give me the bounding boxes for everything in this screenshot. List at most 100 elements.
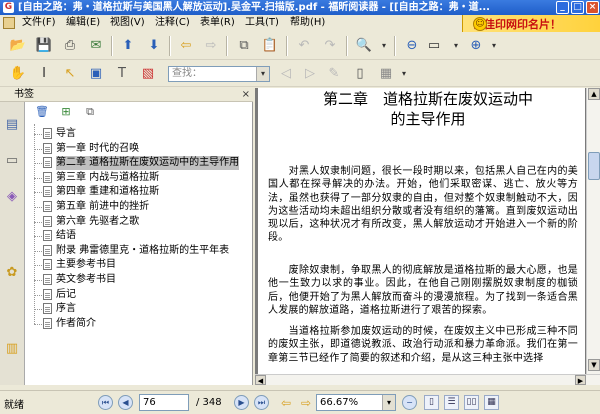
image-tool-icon[interactable]: ▧ [138,64,158,84]
zoom-dropdown-icon[interactable]: ▾ [374,36,394,56]
expand-bookmark-icon[interactable]: ⧉ [82,104,98,120]
bookmark-page-icon [43,288,52,300]
close-button[interactable]: × [586,1,599,14]
previous-page-button-icon[interactable]: ◀ [118,395,133,410]
undo-icon[interactable]: ↶ [294,36,314,56]
menu-help[interactable]: 帮助(H) [290,16,325,30]
bookmark-item[interactable]: 结语 [26,229,250,243]
back-arrow-icon[interactable]: ⇦ [176,36,196,56]
next-page-button-icon[interactable]: ▶ [234,395,249,410]
continuous-facing-view-icon[interactable]: ▦ [484,395,499,410]
find-dropdown-icon[interactable]: ▾ [256,67,269,81]
ad-banner[interactable]: 去佳印网印名片！ ☺ [462,15,600,32]
bookmark-item[interactable]: 作者简介 [26,317,250,331]
bookmark-label: 结语 [56,230,76,242]
bookmark-item[interactable]: 主要参考书目 [26,258,250,272]
hand-tool-icon[interactable]: ✋ [8,64,28,84]
bookmark-page-icon [43,157,52,169]
continuous-view-icon[interactable]: ☰ [444,395,459,410]
find-next-icon[interactable]: ▷ [300,64,320,84]
highlight-icon[interactable]: ✎ [324,64,344,84]
view-mode-dropdown-icon[interactable]: ▾ [394,64,414,84]
minimize-button[interactable]: _ [556,1,569,14]
bookmark-item[interactable]: 导言 [26,127,250,141]
attachments-tab-icon[interactable]: ✿ [3,262,21,284]
bookmark-item[interactable]: 第一章 时代的召唤 [26,142,250,156]
zoom-out-status-icon[interactable]: − [402,395,417,410]
email-icon[interactable]: ✉ [86,36,106,56]
document-viewport[interactable]: 第二章 道格拉斯在废奴运动中 的主导作用 对黑人奴隶制问题，很长一段时期以来，包… [255,88,600,385]
transparency-icon[interactable]: ▦ [376,64,396,84]
menu-form[interactable]: 表单(R) [200,16,235,30]
menu-tools[interactable]: 工具(T) [245,16,279,30]
horizontal-scrollbar[interactable]: ◀ ▶ [255,374,600,385]
scroll-up-arrow-icon[interactable]: ▲ [588,88,600,100]
zoom-level-input[interactable]: 66.67% ▾ [316,394,396,411]
panel-close-icon[interactable]: × [242,88,250,102]
vertical-scrollbar[interactable]: ▲ ▼ [586,88,600,385]
zoom-level-dropdown-icon[interactable]: ▾ [382,395,395,410]
delete-bookmark-icon[interactable]: 🗑 [34,104,50,120]
save-icon[interactable]: 💾 [34,36,54,56]
chapter-title: 第二章 道格拉斯在废奴运动中 的主导作用 [298,89,558,129]
copy-page-icon[interactable]: ⧉ [234,36,254,56]
scroll-down-arrow-icon[interactable]: ▼ [588,359,600,371]
open-folder-icon[interactable]: 📂 [8,36,28,56]
scroll-right-arrow-icon[interactable]: ▶ [575,375,586,385]
tree-connector [34,265,42,267]
zoom-in-icon[interactable]: ⊕ [466,36,486,56]
select-arrow-icon[interactable]: ↖ [60,64,80,84]
facing-view-icon[interactable]: ▯▯ [464,395,479,410]
previous-page-icon[interactable]: ⬆ [118,36,138,56]
typewriter-icon[interactable]: T [112,64,132,84]
menu-view[interactable]: 视图(V) [110,16,145,30]
bookmark-item[interactable]: 第二章 道格拉斯在废奴运动中的主导作用 [26,156,250,171]
layers-tab-icon[interactable]: ◈ [3,186,21,208]
bookmark-item[interactable]: 第五章 前进中的挫折 [26,200,250,214]
bookmark-item[interactable]: 附录 弗雷德里克・道格拉斯的生平年表 [26,244,250,258]
bookmark-item[interactable]: 序言 [26,302,250,316]
vertical-scroll-thumb[interactable] [588,152,600,180]
bookmark-label: 第六章 先驱者之歌 [56,215,140,227]
single-page-view-icon[interactable]: ▯ [424,395,439,410]
last-page-icon[interactable]: ⏭ [254,395,269,410]
bookmarks-tab-icon[interactable]: ▤ [3,114,21,136]
bookmark-label: 作者简介 [56,317,96,329]
zoom-options-dropdown-icon[interactable]: ▾ [484,36,504,56]
print-icon[interactable]: ⎙ [60,36,80,56]
find-previous-icon[interactable]: ◁ [276,64,296,84]
bookmark-item[interactable]: 第四章 重建和道格拉斯 [26,185,250,199]
menu-comment[interactable]: 注释(C) [155,16,190,30]
add-bookmark-icon[interactable]: ⊞ [58,104,74,120]
find-input[interactable]: 查找： ▾ [168,66,270,82]
bookmark-item[interactable]: 后记 [26,288,250,302]
comments-tab-icon[interactable]: ▥ [3,338,21,360]
first-page-icon[interactable]: ⏮ [98,395,113,410]
bookmark-label: 主要参考书目 [56,259,116,271]
clipboard-icon[interactable]: 📋 [260,36,280,56]
select-text-icon[interactable]: I [34,64,54,84]
zoom-out-icon[interactable]: ⊖ [402,36,422,56]
bookmark-page-icon [43,215,52,227]
fit-dropdown-icon[interactable]: ▾ [446,36,466,56]
forward-arrow-icon[interactable]: ⇨ [201,36,221,56]
zoom-tool-icon[interactable]: 🔍 [354,36,374,56]
page-number-input[interactable]: 76 [139,394,189,411]
back-view-icon[interactable]: ⇦ [276,393,296,413]
bookmark-item[interactable]: 第六章 先驱者之歌 [26,215,250,229]
document-menu-icon[interactable] [3,17,15,29]
pages-tab-icon[interactable]: ▭ [3,150,21,172]
menu-file[interactable]: 文件(F) [22,16,56,30]
scroll-left-arrow-icon[interactable]: ◀ [255,375,266,385]
maximize-button[interactable]: □ [571,1,584,14]
redo-icon[interactable]: ↷ [320,36,340,56]
forward-view-icon[interactable]: ⇨ [296,393,316,413]
bookmark-item[interactable]: 第三章 内战与道格拉斯 [26,171,250,185]
snapshot-icon[interactable]: ▣ [86,64,106,84]
bookmark-item[interactable]: 英文参考书目 [26,273,250,287]
next-page-icon[interactable]: ⬇ [144,36,164,56]
single-page-icon[interactable]: ▯ [350,64,370,84]
menu-edit[interactable]: 编辑(E) [66,16,100,30]
tree-connector [34,163,42,165]
fit-page-icon[interactable]: ▭ [424,36,444,56]
